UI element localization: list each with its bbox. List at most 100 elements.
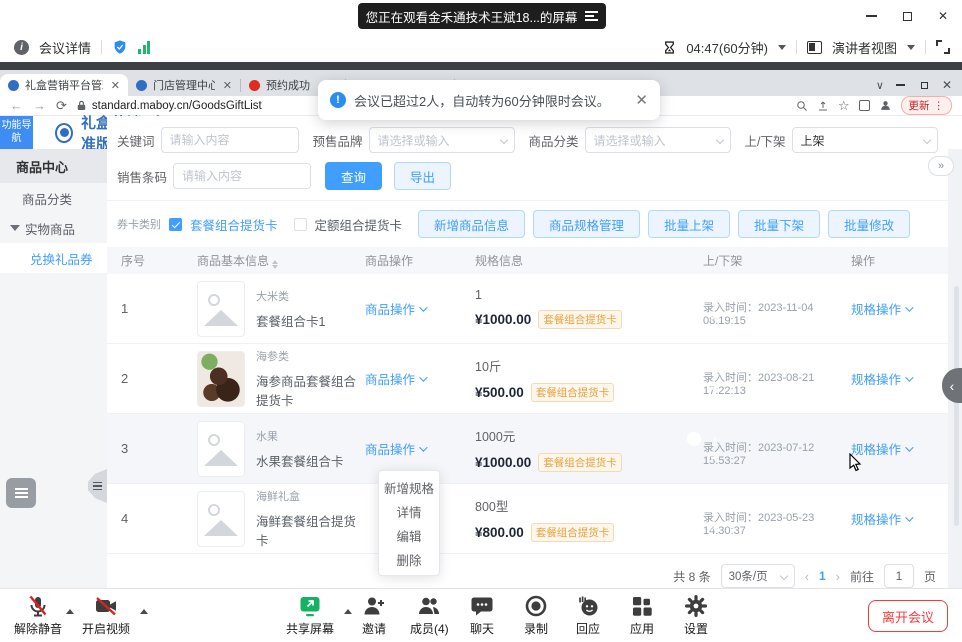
record-button[interactable]: 录制 (524, 594, 548, 637)
watching-banner-text: 您正在观看金禾通技术王斌18...的屏幕 (366, 7, 578, 26)
sidebar-item-physical-goods[interactable]: 实物商品 (0, 213, 107, 243)
zoom-search-icon[interactable] (796, 100, 808, 112)
url-text: standard.maboy.cn/GoodsGiftList (92, 100, 262, 112)
browser-menu-icon[interactable]: ⋮ (934, 100, 945, 112)
add-product-button[interactable]: 新增商品信息 (418, 210, 525, 238)
browser-close-button[interactable]: ✕ (942, 78, 952, 92)
card-type-tag: 套餐组合提货卡 (538, 310, 622, 329)
banner-menu-icon[interactable] (585, 9, 598, 23)
batch-on-shelf-button[interactable]: 批量上架 (648, 210, 730, 238)
share-icon[interactable] (817, 100, 829, 112)
refresh-icon[interactable]: ⟳ (56, 98, 67, 114)
browser-maximize-button[interactable] (918, 78, 932, 92)
brand-select[interactable]: 请选择或输入 (369, 127, 515, 153)
spec-action-dropdown[interactable]: 规格操作 (851, 509, 934, 528)
window-maximize-button[interactable] (896, 5, 918, 27)
sort-icon[interactable] (272, 260, 278, 269)
reactions-button[interactable]: 回应 (576, 594, 600, 637)
search-button[interactable]: 查询 (325, 162, 382, 190)
back-icon[interactable]: ← (10, 98, 23, 113)
forward-icon[interactable]: → (33, 98, 46, 113)
mute-options-chevron[interactable] (66, 609, 74, 614)
menu-item-delete[interactable]: 删除 (379, 547, 439, 571)
product-action-dropdown[interactable]: 商品操作 (365, 369, 453, 388)
timer-dropdown-icon[interactable] (778, 45, 786, 50)
invite-button[interactable]: 邀请 (362, 594, 386, 637)
leave-meeting-button[interactable]: 离开会议 (868, 600, 948, 632)
keyword-input[interactable] (161, 127, 299, 153)
browser-minimize-button[interactable] (894, 78, 908, 92)
category-select[interactable]: 请选择或输入 (585, 127, 731, 153)
floating-list-button[interactable] (6, 478, 36, 508)
view-dropdown-icon[interactable] (907, 45, 915, 50)
browser-tab-1[interactable]: 礼盒营销平台管理中心 ✕ (0, 74, 128, 96)
profile-avatar-icon[interactable] (879, 99, 892, 112)
tab-title: 门店管理中心 (153, 77, 215, 93)
tab-search-chevron-icon[interactable]: ∨ (876, 79, 884, 92)
chevron-down-icon (419, 443, 427, 451)
meeting-details-button[interactable]: 会议详情 (39, 38, 91, 57)
info-icon: i (14, 40, 29, 55)
export-button[interactable]: 导出 (394, 162, 451, 190)
tab-title: 礼盒营销平台管理中心 (25, 77, 103, 93)
combo-card-checkbox-label[interactable]: 套餐组合提货卡 (190, 215, 278, 234)
network-signal-icon[interactable] (138, 41, 150, 54)
video-options-chevron[interactable] (140, 609, 148, 614)
col-basic-info[interactable]: 商品基本信息 (197, 252, 365, 269)
function-nav-tab[interactable]: 功能导航 (0, 116, 33, 149)
fixed-card-checkbox[interactable] (294, 218, 307, 231)
next-page-button[interactable]: › (836, 569, 840, 584)
prev-page-button[interactable]: ‹ (805, 569, 809, 584)
spec-action-dropdown[interactable]: 规格操作 (851, 369, 934, 388)
shelf-select[interactable]: 上架 (792, 127, 938, 153)
spec-action-dropdown[interactable]: 规格操作 (851, 299, 934, 318)
sidebar-item-gift-voucher[interactable]: 兑换礼品券 (0, 243, 107, 273)
fullscreen-icon[interactable] (936, 40, 950, 54)
meeting-timer: 04:47(60分钟) (686, 38, 768, 57)
barcode-input[interactable] (173, 163, 311, 189)
goto-label: 前往 (850, 568, 874, 585)
chat-button[interactable]: 聊天 (470, 594, 494, 637)
combo-card-checkbox[interactable] (169, 218, 182, 231)
sidebar-collapse-handle[interactable] (88, 469, 107, 503)
spec-action-dropdown[interactable]: 规格操作 (851, 439, 934, 458)
menu-item-add-spec[interactable]: 新增规格 (379, 475, 439, 499)
vertical-scrollbar[interactable] (954, 286, 959, 526)
shield-check-icon[interactable] (112, 39, 128, 55)
settings-button[interactable]: 设置 (684, 594, 708, 637)
shared-screen-border (0, 62, 962, 70)
browser-update-button[interactable]: 更新 ⋮ (901, 96, 953, 115)
browser-tab-2[interactable]: 门店管理中心 ✕ (128, 74, 240, 96)
side-panel-icon[interactable] (859, 100, 870, 111)
toast-close-icon[interactable]: ✕ (635, 91, 648, 109)
product-image-placeholder (197, 281, 245, 337)
collapse-filters-button[interactable]: » (928, 156, 954, 176)
batch-off-shelf-button[interactable]: 批量下架 (738, 210, 820, 238)
product-action-dropdown-open[interactable]: 商品操作 (365, 439, 453, 458)
url-field[interactable]: standard.maboy.cn/GoodsGiftList (77, 100, 262, 112)
product-action-dropdown[interactable]: 商品操作 (365, 299, 453, 318)
members-button[interactable]: 成员(4) (410, 594, 449, 637)
menu-item-detail[interactable]: 详情 (379, 499, 439, 523)
share-options-chevron[interactable] (344, 609, 352, 614)
apps-button[interactable]: 应用 (630, 594, 654, 637)
speaker-view-button[interactable]: 演讲者视图 (832, 38, 897, 57)
page-size-select[interactable]: 30条/页 (721, 564, 795, 588)
goto-page-input[interactable] (884, 564, 914, 588)
fixed-card-checkbox-label[interactable]: 定额组合提货卡 (315, 215, 403, 234)
spec-manage-button[interactable]: 商品规格管理 (533, 210, 640, 238)
share-screen-button[interactable]: 共享屏幕 (286, 594, 334, 637)
tab-close-icon[interactable]: ✕ (223, 79, 232, 92)
entry-time: 录入时间：2023-07-12 15:53:27 (703, 439, 851, 467)
batch-edit-button[interactable]: 批量修改 (828, 210, 910, 238)
unmute-button[interactable]: 解除静音 (14, 594, 62, 637)
tab-close-icon[interactable]: ✕ (111, 79, 120, 92)
window-close-button[interactable]: ✕ (932, 5, 954, 27)
product-photo (197, 351, 245, 407)
current-page[interactable]: 1 (819, 569, 826, 583)
start-video-button[interactable]: 开启视频 (82, 594, 130, 637)
menu-item-edit[interactable]: 编辑 (379, 523, 439, 547)
window-minimize-button[interactable] (860, 5, 882, 27)
sidebar-item-product-category[interactable]: 商品分类 (0, 183, 107, 213)
bookmark-star-icon[interactable]: ☆ (838, 98, 850, 114)
